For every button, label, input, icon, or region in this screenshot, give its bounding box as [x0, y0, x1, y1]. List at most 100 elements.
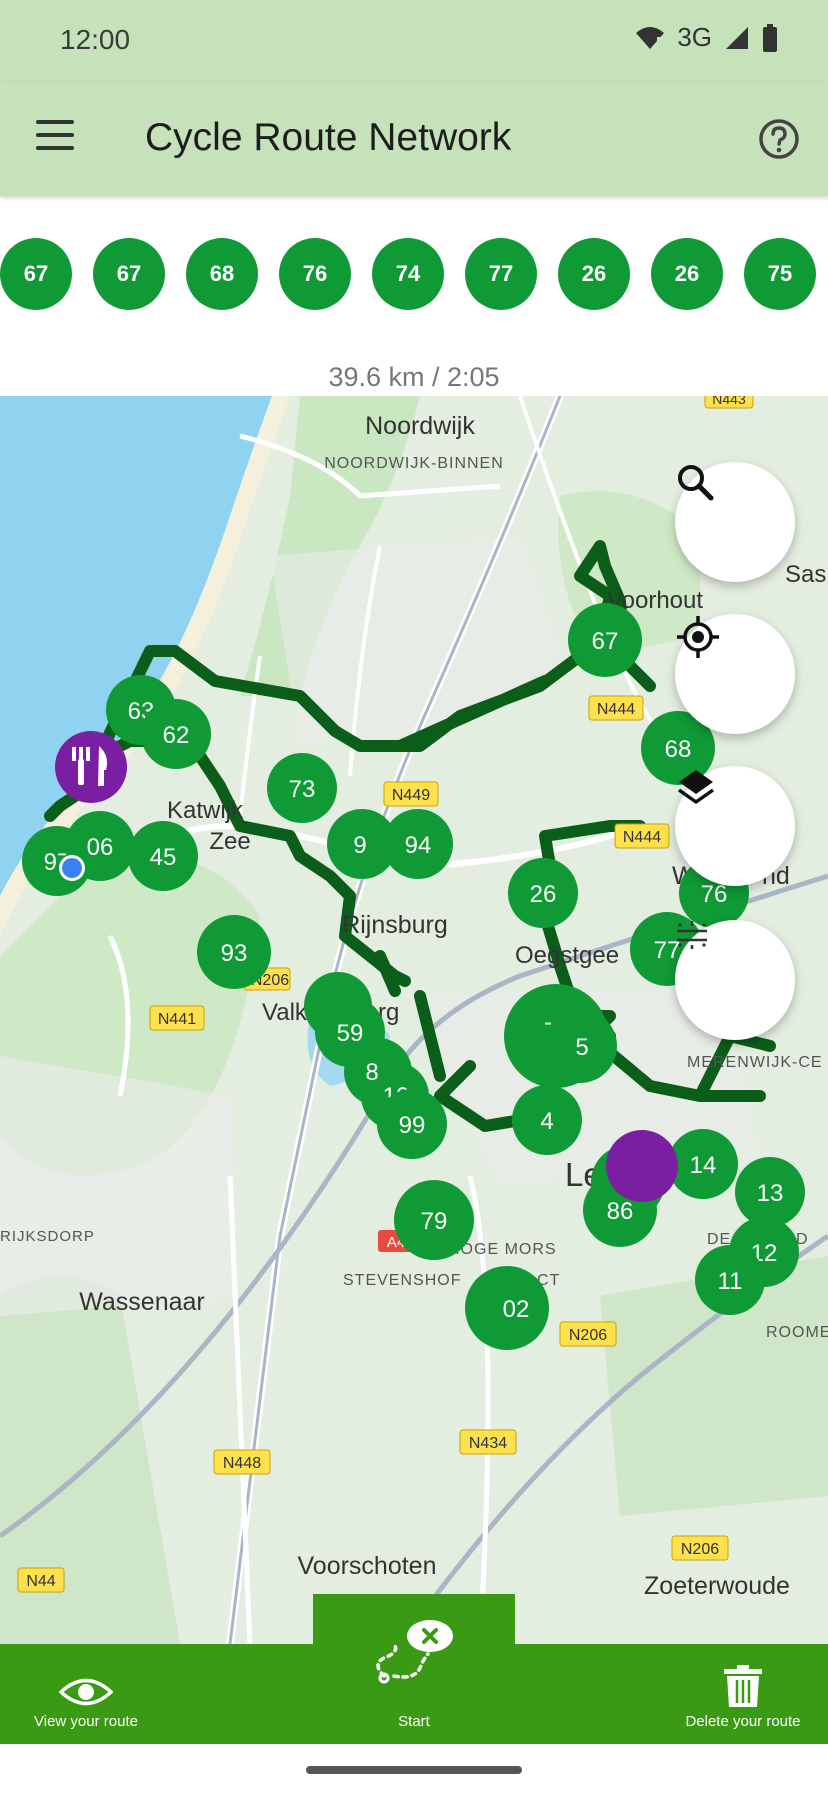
- eye-icon: [59, 1678, 113, 1706]
- road-shield-label: N444: [597, 701, 635, 718]
- map-node-93[interactable]: 93: [197, 915, 271, 989]
- route-node[interactable]: 26: [651, 238, 723, 310]
- route-node[interactable]: 67: [93, 238, 165, 310]
- map-node-79[interactable]: 79: [394, 1180, 474, 1260]
- map-node-label: 9: [353, 832, 366, 859]
- menu-button[interactable]: [36, 120, 76, 152]
- route-node-label: 26: [674, 261, 700, 286]
- map-node-label: 26: [530, 881, 557, 908]
- signal-icon: [726, 26, 748, 49]
- delete-route-button[interactable]: Delete your route: [672, 1644, 814, 1744]
- road-shield: N444: [614, 823, 670, 849]
- route-summary: 39.6 km / 2:05: [328, 362, 500, 392]
- trash-icon: [724, 1665, 762, 1707]
- network-type: 3G: [677, 22, 712, 52]
- route-node-label: 67: [23, 261, 49, 286]
- route-node[interactable]: 76: [279, 238, 351, 310]
- map-node-label: 99: [399, 1112, 426, 1139]
- road-shield-label: N449: [392, 787, 430, 804]
- route-node[interactable]: 68: [186, 238, 258, 310]
- road-shield-label: N434: [469, 1435, 507, 1452]
- map-node-label: 86: [607, 1198, 634, 1225]
- view-route-button[interactable]: View your route: [18, 1644, 154, 1744]
- map-node-label: 11: [718, 1268, 743, 1295]
- road-shield: N44: [17, 1567, 65, 1593]
- road-shield: N443: [704, 396, 754, 409]
- route-node[interactable]: 67: [0, 238, 72, 310]
- restaurant-poi-marker-leiden[interactable]: [606, 1130, 678, 1202]
- map-node-label: 8: [365, 1059, 378, 1086]
- status-time: 12:00: [60, 24, 131, 55]
- map-node-label: 73: [289, 776, 316, 803]
- search-icon: [678, 465, 714, 501]
- map-place-label: Noordwijk: [365, 412, 475, 440]
- road-shield: N206: [559, 1321, 617, 1347]
- route-node[interactable]: 75: [744, 238, 816, 310]
- my-location-button[interactable]: [675, 614, 795, 734]
- map-node-11[interactable]: 11: [695, 1245, 765, 1315]
- map-node-02[interactable]: 02: [465, 1266, 549, 1350]
- crosshair-icon: [677, 616, 719, 658]
- route-node[interactable]: 77: [465, 238, 537, 310]
- map-place-label: Katwijk: [167, 797, 244, 824]
- layers-button[interactable]: [675, 766, 795, 886]
- route-node[interactable]: 74: [372, 238, 444, 310]
- map-place-label: Voorschoten: [298, 1552, 437, 1580]
- map-node-label: 62: [163, 722, 190, 749]
- map-node-label: 4: [540, 1108, 553, 1135]
- map-place-label: RIJKSDORP: [0, 1228, 95, 1245]
- route-node-label: 67: [116, 261, 142, 286]
- route-node-label: 68: [209, 261, 235, 286]
- map-node-73[interactable]: 73: [267, 753, 337, 823]
- wifi-icon: [636, 26, 665, 49]
- road-shield-label: N444: [623, 829, 661, 846]
- map-place-label: MERENWIJK-CE: [687, 1054, 823, 1071]
- map-node-label: 02: [503, 1296, 530, 1323]
- app-title: Cycle Route Network: [145, 116, 512, 159]
- map-node-45[interactable]: 45: [128, 821, 198, 891]
- map-node-label: 94: [405, 832, 432, 859]
- app-bar: Cycle Route Network: [0, 82, 828, 196]
- map-place-label: ROOME: [766, 1324, 828, 1341]
- map-node-94[interactable]: 94: [383, 809, 453, 879]
- road-shield: N448: [213, 1449, 271, 1475]
- road-shield-label: N448: [223, 1455, 261, 1472]
- road-shield: N441: [149, 1005, 205, 1031]
- map-place-label: Wassenaar: [79, 1288, 205, 1316]
- status-icons: 3G: [635, 22, 778, 53]
- route-node-strip: 67 67 68 76 74 77 26 26 75: [0, 238, 828, 310]
- map-node-label: 45: [150, 844, 177, 871]
- map-node-99[interactable]: 99: [377, 1089, 447, 1159]
- road-shield-label: N443: [712, 396, 746, 407]
- restaurant-poi-marker[interactable]: [55, 731, 127, 803]
- road-shield-label: N441: [158, 1011, 196, 1028]
- road-shield-label: N44: [26, 1573, 55, 1590]
- map-node-13[interactable]: 13: [735, 1157, 805, 1227]
- road-shield: N444: [588, 695, 644, 721]
- map-node-label: 14: [690, 1152, 717, 1179]
- map-place-label: Valk: [262, 999, 308, 1026]
- map-node-14[interactable]: 14: [668, 1129, 738, 1199]
- route-node[interactable]: 26: [558, 238, 630, 310]
- map-node-26[interactable]: 26: [508, 858, 578, 928]
- road-shield-label: N206: [681, 1541, 719, 1558]
- map-node-label: 13: [757, 1180, 784, 1207]
- hamburger-icon-line: [36, 133, 74, 137]
- map-place-label: Zee: [209, 828, 250, 855]
- map-place-label: Rijnsburg: [342, 911, 448, 939]
- current-location-dot: [62, 858, 82, 878]
- delete-route-label: Delete your route: [685, 1713, 801, 1730]
- map-node-67[interactable]: 67: [568, 603, 642, 677]
- map-node-label: 06: [87, 834, 114, 861]
- home-indicator: [306, 1766, 522, 1774]
- map-view[interactable]: Noordwijk NOORDWIJK-BINNEN Voorhout Sas …: [0, 396, 828, 1644]
- help-icon[interactable]: [758, 118, 800, 160]
- hamburger-icon: [36, 120, 74, 124]
- route-node-label: 26: [581, 261, 607, 286]
- map-node-62[interactable]: 62: [141, 699, 211, 769]
- map-node-4[interactable]: 4: [512, 1085, 582, 1155]
- route-node-label: 76: [302, 261, 328, 286]
- route-options-button[interactable]: [675, 920, 795, 1040]
- road-shield: N206: [671, 1535, 729, 1561]
- search-button[interactable]: [675, 462, 795, 582]
